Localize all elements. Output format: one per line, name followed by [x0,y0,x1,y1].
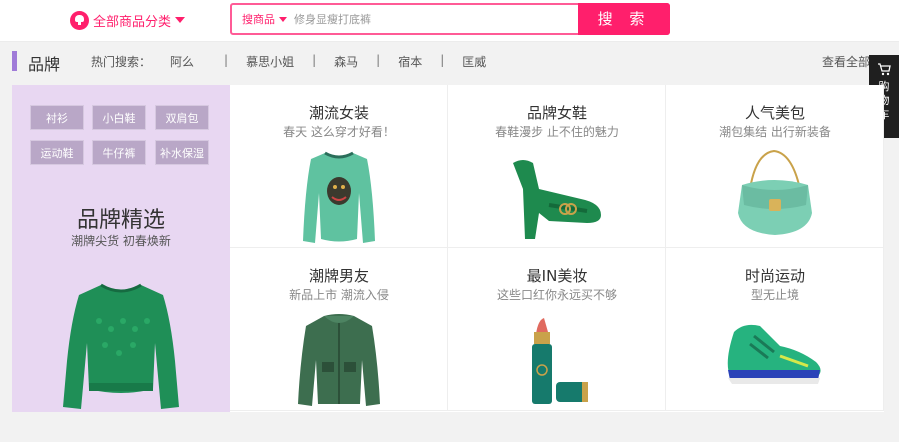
link-separator: | [440,53,445,67]
card-image [666,149,884,247]
card-subtitle: 新品上市 潮流入侵 [289,288,389,302]
card-image [230,312,448,410]
chevron-down-icon [279,16,287,22]
hot-search-links: 阿么 | 慕思小姐 | 森马 | 宿本 | 匡威 [170,53,486,70]
category-card-bags[interactable]: 人气美包 潮包集结 出行新装备 [666,85,884,248]
card-subtitle: 春鞋漫步 止不住的魅力 [495,125,619,139]
category-card-sports[interactable]: 时尚运动 型无止境 [666,248,884,411]
sneaker-image [727,324,821,384]
card-title: 最IN美妆 [526,267,588,285]
category-card-mens-fashion[interactable]: 潮牌男友 新品上市 潮流入侵 [230,248,448,411]
cart-icon [878,63,891,76]
brand-selection-panel[interactable]: 衬衫 小白鞋 双肩包 运动鞋 牛仔裤 补水保湿 品牌精选 潮牌尖货 初春焕新 [12,85,230,412]
card-title: 时尚运动 [744,267,805,285]
all-categories-label: 全部商品分类 [93,14,172,30]
green-sweater-image [303,151,375,243]
card-title: 潮流女装 [308,104,369,122]
category-card-womens-fashion[interactable]: 潮流女装 春天 这么穿才好看！ [230,85,448,248]
category-card-womens-shoes[interactable]: 品牌女鞋 春鞋漫步 止不住的魅力 [448,85,666,248]
search-button[interactable]: 搜 索 [578,3,670,35]
chevron-down-icon [175,17,186,23]
card-title: 人气美包 [744,104,805,122]
category-card-makeup[interactable]: 最IN美妆 这些口红你永远买不够 [448,248,666,411]
hot-link-converse[interactable]: 匡威 [462,53,486,70]
tag-jeans[interactable]: 牛仔裤 [92,140,146,165]
card-subtitle: 这些口红你永远买不够 [496,288,617,302]
card-subtitle: 型无止境 [750,288,799,302]
brand-floor: 衬衫 小白鞋 双肩包 运动鞋 牛仔裤 补水保湿 品牌精选 潮牌尖货 初春焕新 潮… [12,85,884,412]
hot-link-ame[interactable]: 阿么 [170,53,194,70]
section-marker [12,51,17,71]
section-title: 品牌 [28,55,61,74]
brand-bar: 品牌 热门搜索： 阿么 | 慕思小姐 | 森马 | 宿本 | 匡威 查看全部 [0,43,899,81]
lipstick-image [532,318,588,404]
green-jacket-image [298,314,380,406]
hot-link-subase[interactable]: 宿本 [398,53,422,70]
search-box: 搜商品 搜 索 [230,3,670,35]
search-scope-dropdown[interactable]: 搜商品 [242,11,287,27]
tag-sport-shoes[interactable]: 运动鞋 [30,140,84,165]
category-grid: 潮流女装 春天 这么穿才好看！ 品牌女鞋 春鞋漫步 止不住的魅力 人气美包 潮包… [230,85,884,412]
all-categories-button[interactable]: 全部商品分类 [70,10,186,30]
tag-shirt[interactable]: 衬衫 [30,105,84,130]
link-separator: | [224,53,229,67]
hot-link-semir[interactable]: 森马 [334,53,358,70]
hot-link-musi[interactable]: 慕思小姐 [246,53,294,70]
search-input[interactable] [294,9,574,29]
card-subtitle: 潮包集结 出行新装备 [719,125,831,139]
card-title: 潮牌男友 [308,267,369,285]
top-bar: 全部商品分类 搜商品 搜 索 [0,0,899,42]
green-sweater-image [63,283,179,409]
tag-moisturizing[interactable]: 补水保湿 [155,140,209,165]
panel-subtitle: 潮牌尖货 初春焕新 [71,234,171,248]
search-scope-label: 搜商品 [242,13,275,26]
view-all-link[interactable]: 查看全部 [822,53,870,70]
card-subtitle: 春天 这么穿才好看！ [283,125,395,139]
store-icon [70,10,89,30]
mint-bag-image [738,149,812,235]
card-title: 品牌女鞋 [526,104,587,122]
tag-backpack[interactable]: 双肩包 [155,105,209,130]
card-image [230,149,448,247]
link-separator: | [376,53,381,67]
green-heel-image [513,160,601,239]
card-image [448,312,666,410]
link-separator: | [312,53,317,67]
hot-search-label: 热门搜索： [91,55,152,69]
panel-title: 品牌精选 [76,208,165,233]
tag-white-sneaker[interactable]: 小白鞋 [92,105,146,130]
card-image [666,312,884,410]
card-image [448,149,666,247]
